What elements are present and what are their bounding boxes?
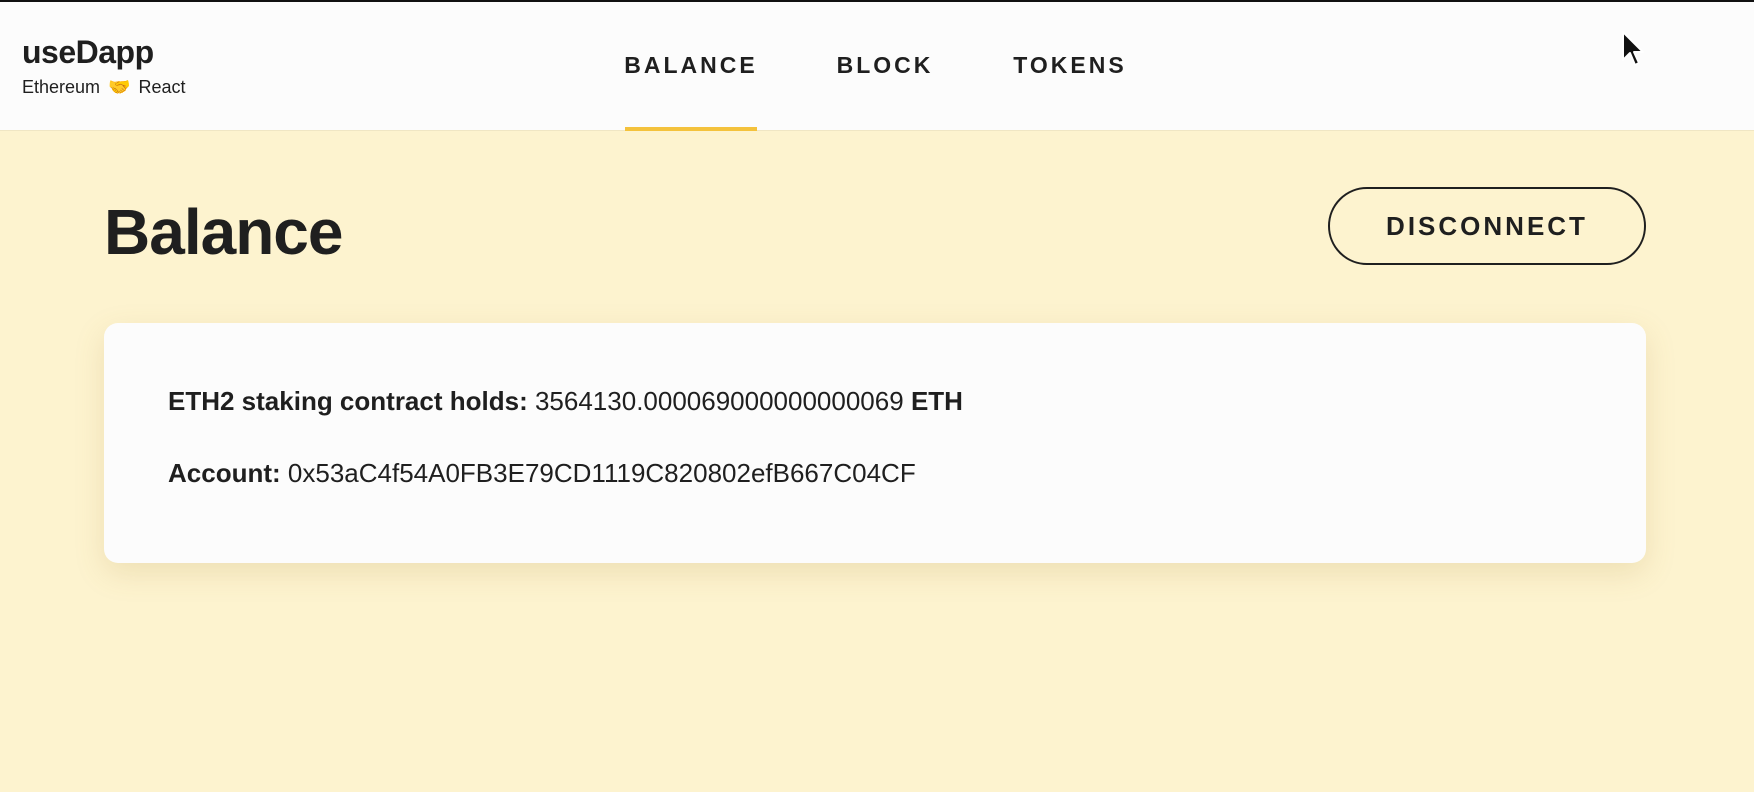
- tab-block[interactable]: BLOCK: [834, 2, 936, 130]
- brand-subtitle-left: Ethereum: [22, 77, 101, 97]
- handshake-icon: 🤝: [108, 77, 131, 97]
- main-content: Balance DISCONNECT ETH2 staking contract…: [0, 131, 1754, 792]
- tab-block-label: BLOCK: [836, 51, 934, 78]
- main-nav: BALANCE BLOCK TOKENS: [0, 2, 1754, 131]
- staking-balance-value: 3564130.000069000000000069: [534, 386, 904, 416]
- tab-tokens[interactable]: TOKENS: [1012, 2, 1128, 130]
- tab-balance[interactable]: BALANCE: [624, 2, 758, 131]
- brand[interactable]: useDapp Ethereum 🤝 React: [22, 34, 186, 98]
- brand-subtitle-right: React: [138, 77, 186, 97]
- app-header: useDapp Ethereum 🤝 React BALANCE BLOCK T…: [0, 2, 1754, 131]
- staking-balance-row: ETH2 staking contract holds: 3564130.000…: [168, 385, 1582, 417]
- account-address: 0x53aC4f54A0FB3E79CD1119C820802efB667C04…: [287, 458, 916, 488]
- page-title: Balance: [104, 196, 343, 268]
- brand-title: useDapp: [22, 34, 154, 70]
- staking-balance-label: ETH2 staking contract holds:: [168, 386, 528, 416]
- tab-balance-label: BALANCE: [624, 51, 758, 78]
- brand-subtitle: Ethereum 🤝 React: [22, 76, 186, 98]
- tab-tokens-label: TOKENS: [1013, 51, 1127, 78]
- mouse-pointer-icon: [1622, 31, 1644, 66]
- balance-card: ETH2 staking contract holds: 3564130.000…: [104, 323, 1646, 563]
- account-label: Account:: [168, 458, 281, 488]
- staking-balance-unit: ETH: [910, 386, 963, 416]
- disconnect-button[interactable]: DISCONNECT: [1328, 187, 1646, 265]
- account-row: Account: 0x53aC4f54A0FB3E79CD1119C820802…: [168, 457, 1582, 489]
